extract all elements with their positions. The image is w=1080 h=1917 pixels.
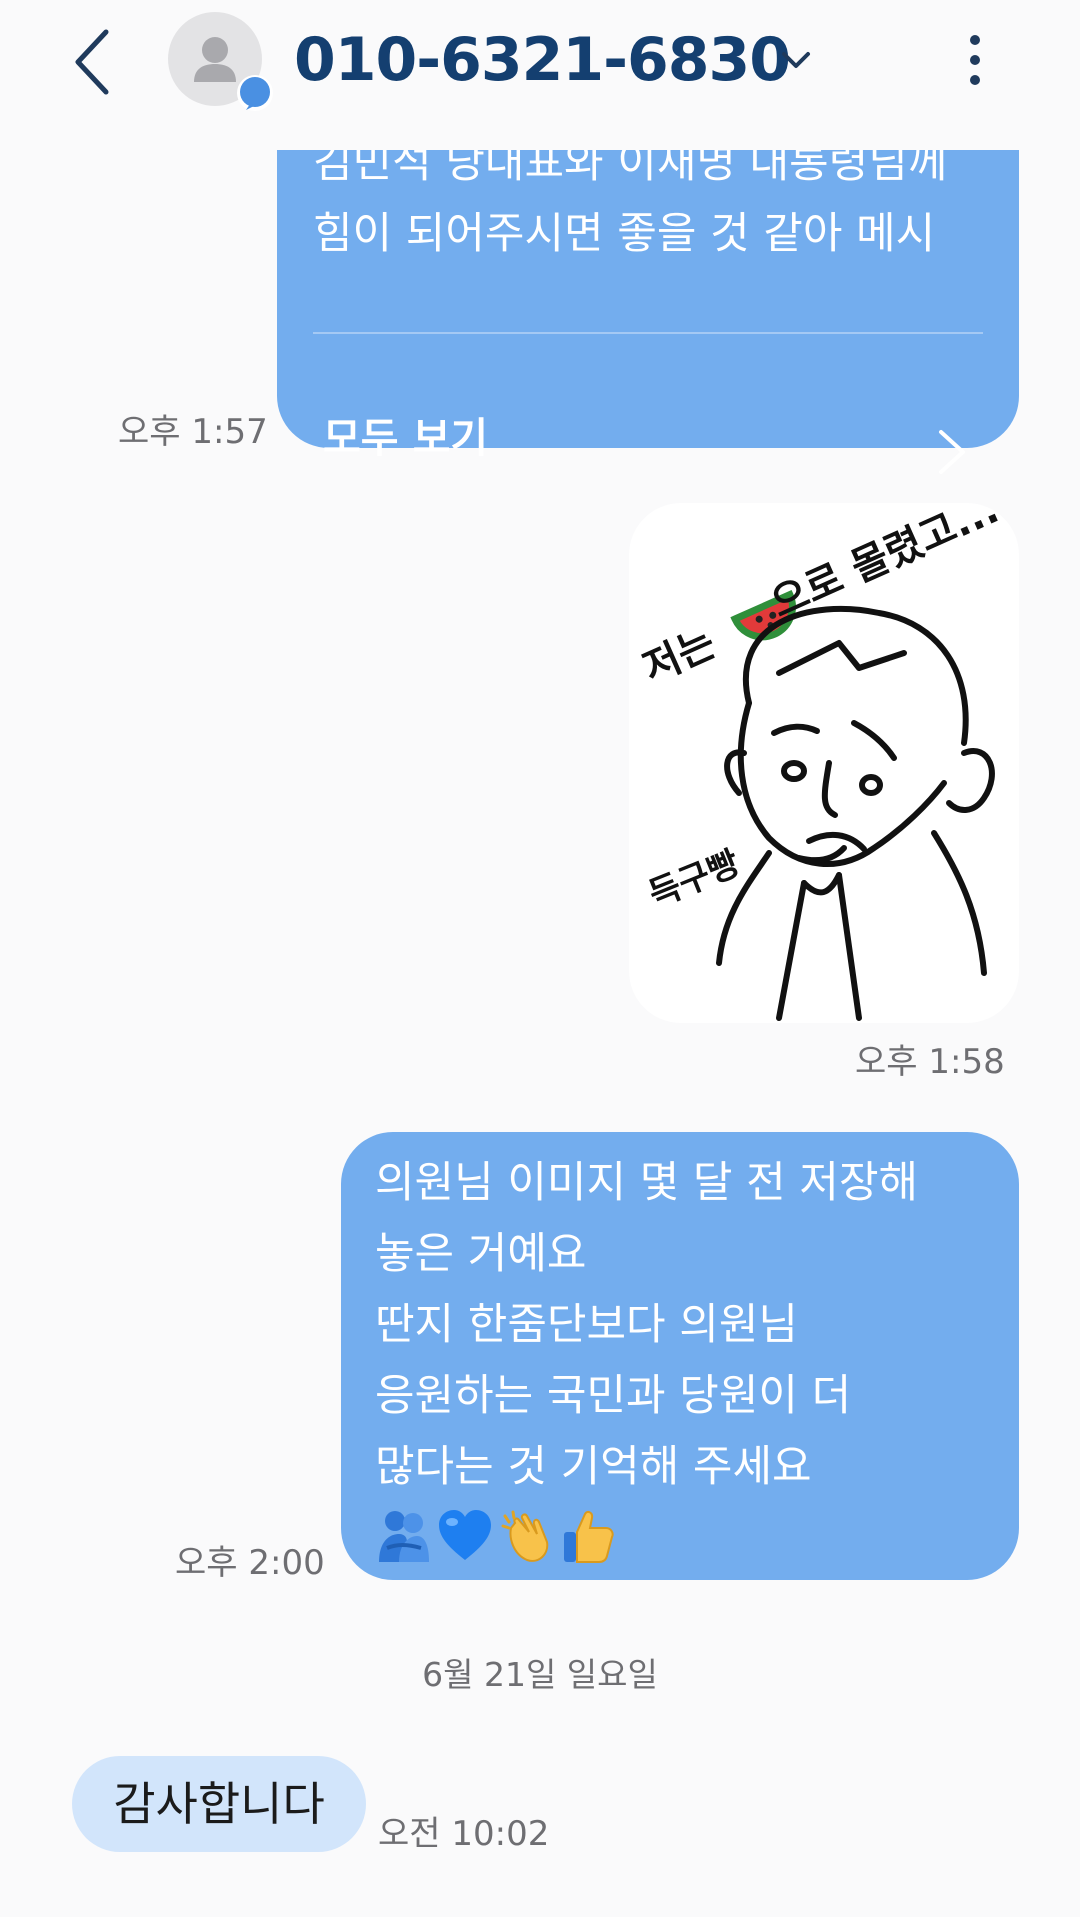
message-line: 놓은 거예요 xyxy=(375,1229,587,1279)
back-arrow-icon[interactable] xyxy=(62,22,132,102)
message-line: 많다는 것 기억해 주세요 xyxy=(375,1442,812,1492)
divider xyxy=(313,332,983,334)
emoji-row xyxy=(377,1508,615,1568)
clapping-hands-emoji xyxy=(501,1510,549,1562)
sticker-illustration: 저는 으로 몰렸고... 득구빵 xyxy=(636,503,1006,1021)
date-separator: 6월 21일 일요일 xyxy=(422,1655,658,1694)
message-timestamp: 오후 2:00 xyxy=(175,1543,325,1583)
sticker-side-text: 득구빵 xyxy=(643,843,745,915)
message-timestamp: 오후 1:58 xyxy=(855,1042,1005,1082)
chevron-down-icon[interactable] xyxy=(776,40,816,80)
message-line: 힘이 되어주시면 좋을 것 같아 메시 xyxy=(313,209,936,259)
see-all-button[interactable]: 모두 보기 xyxy=(323,408,488,468)
message-thread[interactable]: 김민석 당대표와 이재명 대통령님께 힘이 되어주시면 좋을 것 같아 메시 모… xyxy=(0,0,1080,1917)
message-timestamp: 오후 1:57 xyxy=(118,412,268,452)
sticker-caption-start: 저는 xyxy=(636,620,722,692)
sticker-image[interactable]: 저는 으로 몰렸고... 득구빵 xyxy=(629,503,1019,1023)
outgoing-message-bubble[interactable]: 의원님 이미지 몇 달 전 저장해 놓은 거예요 딴지 한줌단보다 의원님 응원… xyxy=(341,1132,1019,1580)
blue-heart-emoji xyxy=(439,1510,491,1560)
message-line: 응원하는 국민과 당원이 더 xyxy=(375,1371,852,1421)
contact-name[interactable]: 010-6321-6830 xyxy=(294,20,791,100)
incoming-message-bubble[interactable]: 감사합니다 xyxy=(72,1756,366,1852)
cartoon-face xyxy=(716,605,995,1021)
sticker-caption-end: 으로 몰렸고... xyxy=(764,503,1005,627)
message-line: 딴지 한줌단보다 의원님 xyxy=(375,1300,798,1350)
chevron-right-icon[interactable] xyxy=(937,428,967,476)
conversation-header: 010-6321-6830 xyxy=(0,0,1080,150)
chat-badge-icon xyxy=(237,75,273,111)
message-text: 감사합니다 xyxy=(113,1777,325,1831)
thumbs-up-emoji xyxy=(564,1510,614,1563)
message-text: 의원님 이미지 몇 달 전 저장해 놓은 거예요 딴지 한줌단보다 의원님 응원… xyxy=(375,1148,1015,1503)
message-line: 의원님 이미지 몇 달 전 저장해 xyxy=(375,1158,919,1208)
people-hugging-emoji xyxy=(379,1511,429,1562)
more-vertical-icon[interactable] xyxy=(955,30,995,90)
message-timestamp: 오전 10:02 xyxy=(378,1814,550,1854)
